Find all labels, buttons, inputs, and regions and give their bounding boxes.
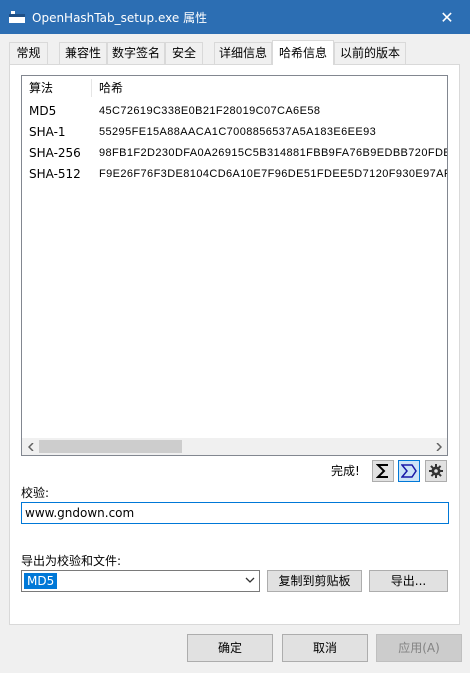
hash-value: 55295FE15A88AACA1C7008856537A5A183E6EE93 — [99, 126, 377, 138]
hash-value: F9E26F76F3DE8104CD6A10E7F96DE51FDEE5D712… — [99, 168, 448, 180]
tab-security[interactable]: 安全 — [165, 42, 203, 64]
sum-icon[interactable] — [372, 460, 394, 482]
cancel-button[interactable]: 取消 — [282, 634, 368, 662]
checksum-icon[interactable] — [398, 460, 420, 482]
column-header-hash[interactable]: 哈希 — [92, 76, 123, 100]
hash-list[interactable]: 算法 哈希 MD5 45C72619C338E0B21F28019C07CA6E… — [21, 75, 448, 456]
hash-value: 45C72619C338E0B21F28019C07CA6E58 — [99, 105, 321, 117]
list-item[interactable]: MD5 45C72619C338E0B21F28019C07CA6E58 — [22, 101, 447, 122]
title-bar: OpenHashTab_setup.exe 属性 ✕ — [0, 0, 470, 34]
export-format-value: MD5 — [24, 573, 58, 589]
algorithm-name: SHA-1 — [29, 125, 66, 139]
export-format-select[interactable]: MD5 — [21, 570, 260, 592]
apply-button[interactable]: 应用(A) — [376, 634, 462, 662]
gear-icon[interactable] — [425, 460, 447, 482]
column-header-algorithm[interactable]: 算法 — [22, 76, 53, 100]
window-title: OpenHashTab_setup.exe 属性 — [32, 11, 208, 25]
tab-general[interactable]: 常规 — [9, 42, 48, 64]
ok-button[interactable]: 确定 — [187, 634, 273, 662]
list-item[interactable]: SHA-256 98FB1F2D230DFA0A26915C5B314881FB… — [22, 143, 447, 164]
verify-input[interactable]: www.gndown.com — [21, 502, 449, 524]
export-label: 导出为校验和文件: — [21, 554, 122, 568]
hash-value: 98FB1F2D230DFA0A26915C5B314881FBB9FA76B9… — [99, 147, 448, 159]
list-item[interactable]: SHA-512 F9E26F76F3DE8104CD6A10E7F96DE51F… — [22, 164, 447, 185]
status-text: 完成! — [331, 464, 360, 478]
scrollbar-thumb[interactable] — [39, 440, 182, 453]
algorithm-name: SHA-512 — [29, 167, 81, 181]
tab-previous-versions[interactable]: 以前的版本 — [334, 42, 406, 64]
export-button[interactable]: 导出... — [369, 570, 448, 592]
algorithm-name: SHA-256 — [29, 146, 81, 160]
scroll-left-arrow-icon[interactable] — [22, 438, 39, 455]
chevron-down-icon[interactable] — [245, 574, 255, 589]
app-icon — [9, 11, 25, 23]
algorithm-name: MD5 — [29, 104, 57, 118]
close-button[interactable]: ✕ — [424, 0, 470, 34]
list-item[interactable]: SHA-1 55295FE15A88AACA1C7008856537A5A183… — [22, 122, 447, 143]
copy-to-clipboard-button[interactable]: 复制到剪贴板 — [267, 570, 362, 592]
verify-label: 校验: — [21, 486, 50, 500]
tab-details[interactable]: 详细信息 — [214, 42, 272, 64]
tab-digital-signatures[interactable]: 数字签名 — [107, 42, 165, 64]
tab-compatibility[interactable]: 兼容性 — [59, 42, 107, 64]
horizontal-scrollbar[interactable] — [22, 438, 447, 455]
scroll-right-arrow-icon[interactable] — [430, 438, 447, 455]
list-header: 算法 哈希 — [22, 76, 447, 100]
tab-hashes[interactable]: 哈希信息 — [272, 40, 334, 65]
